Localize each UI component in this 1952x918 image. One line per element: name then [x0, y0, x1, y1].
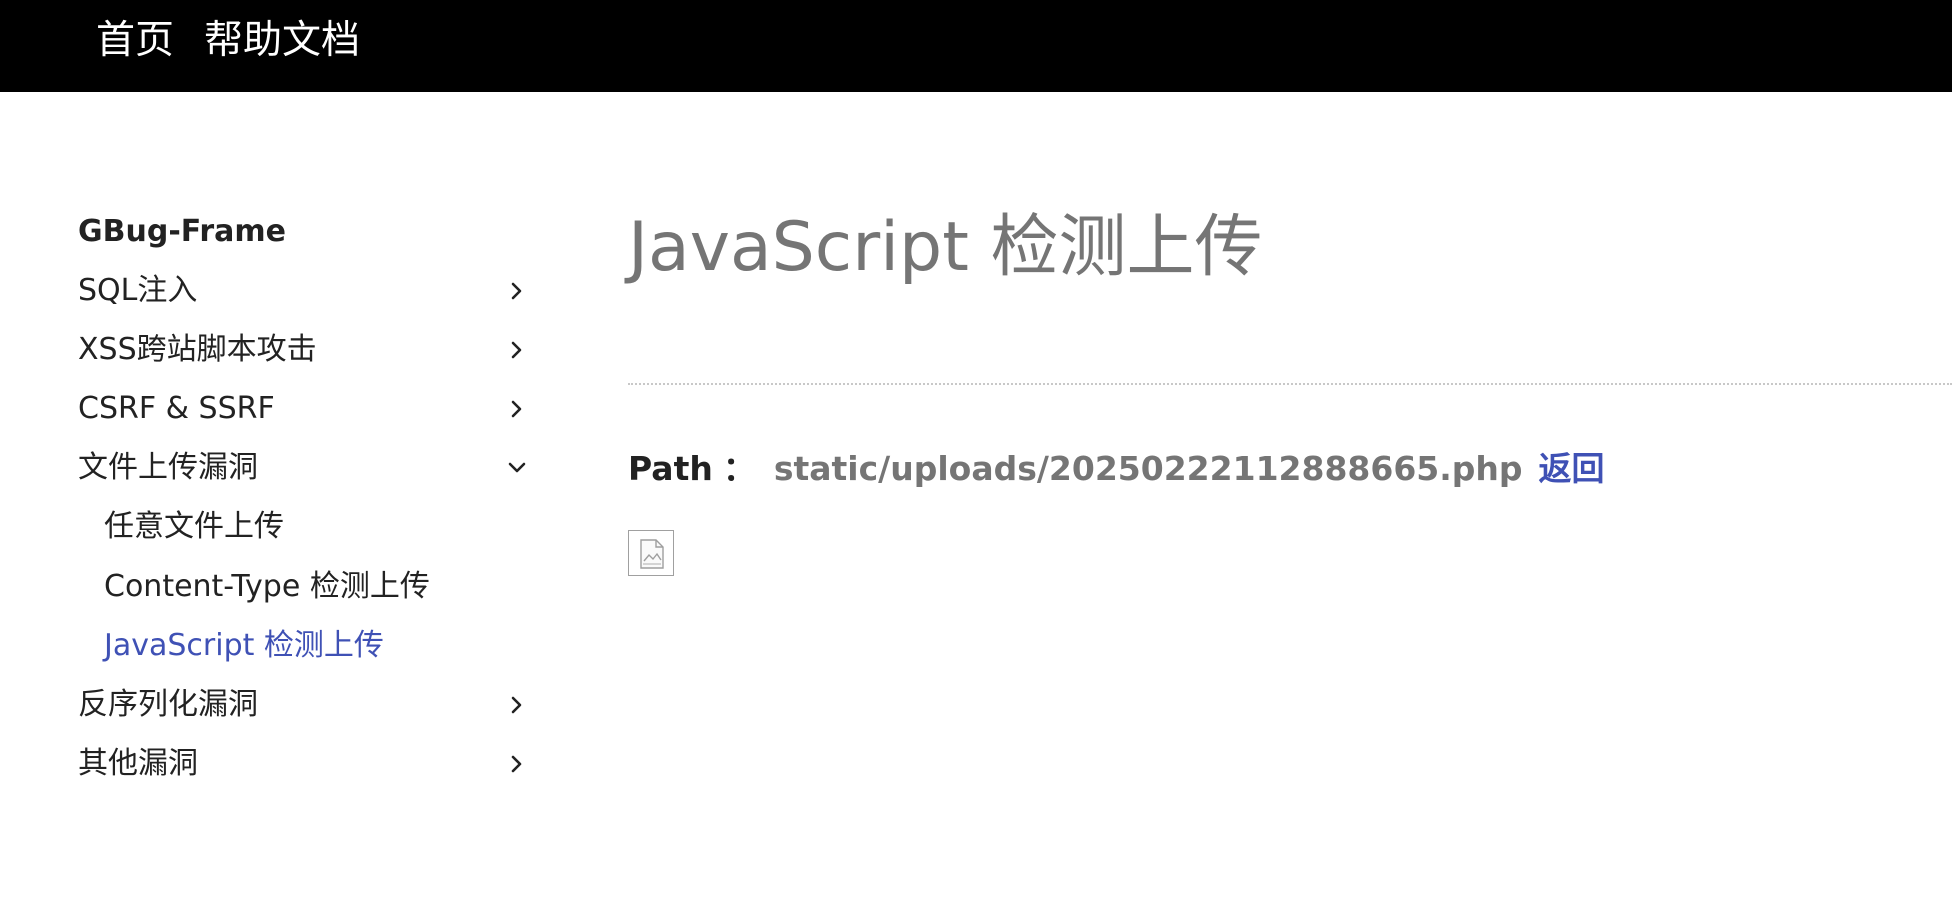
- nav-home-link[interactable]: 首页: [96, 14, 174, 68]
- sidebar-item-deserialization[interactable]: 反序列化漏洞: [78, 680, 538, 730]
- path-separator: ：: [722, 449, 756, 488]
- chevron-right-icon: [502, 680, 532, 730]
- sidebar-item-label: CSRF & SSRF: [78, 391, 275, 426]
- sidebar-item-label: 文件上传漏洞: [78, 450, 258, 485]
- broken-image-icon: [640, 539, 664, 569]
- sidebar-item-label: 反序列化漏洞: [78, 687, 258, 722]
- chevron-right-icon: [502, 739, 532, 789]
- upload-path-row: Path： static/uploads/20250222112888665.ph…: [628, 443, 1605, 495]
- title-divider: [628, 383, 1952, 385]
- chevron-right-icon: [502, 266, 532, 316]
- sidebar-brand: GBug-Frame: [78, 214, 286, 249]
- uploaded-image: [628, 530, 674, 576]
- chevron-right-icon: [502, 325, 532, 375]
- page-title: JavaScript 检测上传: [628, 208, 1263, 287]
- nav-docs-link[interactable]: 帮助文档: [204, 14, 360, 68]
- chevron-right-icon: [502, 384, 532, 434]
- path-label: Path: [628, 449, 713, 488]
- sidebar-item-label: XSS跨站脚本攻击: [78, 332, 317, 367]
- sidebar-subitem-content-type-upload[interactable]: Content-Type 检测上传: [104, 562, 430, 612]
- sidebar-item-xss[interactable]: XSS跨站脚本攻击: [78, 325, 538, 375]
- sidebar-item-label: SQL注入: [78, 273, 198, 308]
- chevron-down-icon: [502, 443, 532, 493]
- sidebar-subitem-javascript-upload[interactable]: JavaScript 检测上传: [104, 621, 384, 671]
- sidebar-item-label: 其他漏洞: [78, 746, 198, 781]
- sidebar-item-csrf-ssrf[interactable]: CSRF & SSRF: [78, 384, 538, 434]
- sidebar-subitem-arbitrary-upload[interactable]: 任意文件上传: [104, 502, 284, 552]
- top-navbar: 首页 帮助文档: [0, 0, 1952, 92]
- back-link[interactable]: 返回: [1539, 449, 1605, 488]
- sidebar-item-sql-injection[interactable]: SQL注入: [78, 266, 538, 316]
- sidebar-item-file-upload[interactable]: 文件上传漏洞: [78, 443, 538, 493]
- sidebar-item-other-vulns[interactable]: 其他漏洞: [78, 739, 538, 789]
- path-value: static/uploads/20250222112888665.php: [773, 449, 1523, 488]
